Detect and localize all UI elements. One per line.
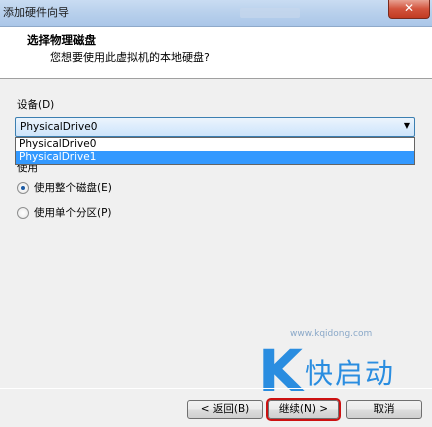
page-subtitle: 您想要使用此虚拟机的本地硬盘? (50, 51, 210, 64)
radio-whole-disk-label: 使用整个磁盘(E) (34, 182, 112, 194)
device-select-value: PhysicalDrive0 (20, 121, 98, 133)
device-select[interactable]: PhysicalDrive0 ▼ (15, 117, 415, 137)
footer-separator (0, 388, 432, 389)
title-bar-ghost (240, 8, 300, 18)
radio-whole-disk[interactable]: 使用整个磁盘(E) (17, 180, 112, 195)
watermark-logo-icon: K (258, 337, 303, 405)
watermark-text: 快启动 (305, 357, 396, 390)
wizard-header: 选择物理磁盘 您想要使用此虚拟机的本地硬盘? (0, 27, 432, 79)
cancel-button[interactable]: 取消 (346, 400, 422, 419)
radio-unchecked-icon[interactable] (17, 206, 29, 219)
device-dropdown-list: PhysicalDrive0 PhysicalDrive1 (15, 137, 415, 165)
radio-single-partition-label: 使用单个分区(P) (34, 207, 112, 219)
next-button[interactable]: 继续(N) > (266, 398, 341, 421)
dropdown-option-highlighted[interactable]: PhysicalDrive1 (16, 151, 414, 164)
dropdown-option[interactable]: PhysicalDrive0 (16, 138, 414, 151)
usage-label: 使用 (17, 165, 38, 173)
close-button[interactable]: ✕ (388, 0, 430, 19)
radio-checked-icon[interactable] (17, 181, 29, 194)
window-title: 添加硬件向导 (3, 6, 69, 19)
device-label: 设备(D) (17, 99, 55, 111)
back-button[interactable]: < 返回(B) (187, 400, 263, 419)
radio-single-partition[interactable]: 使用单个分区(P) (17, 205, 112, 220)
chevron-down-icon[interactable]: ▼ (404, 121, 410, 130)
page-title: 选择物理磁盘 (27, 33, 96, 47)
title-bar: 添加硬件向导 ✕ (0, 0, 432, 27)
